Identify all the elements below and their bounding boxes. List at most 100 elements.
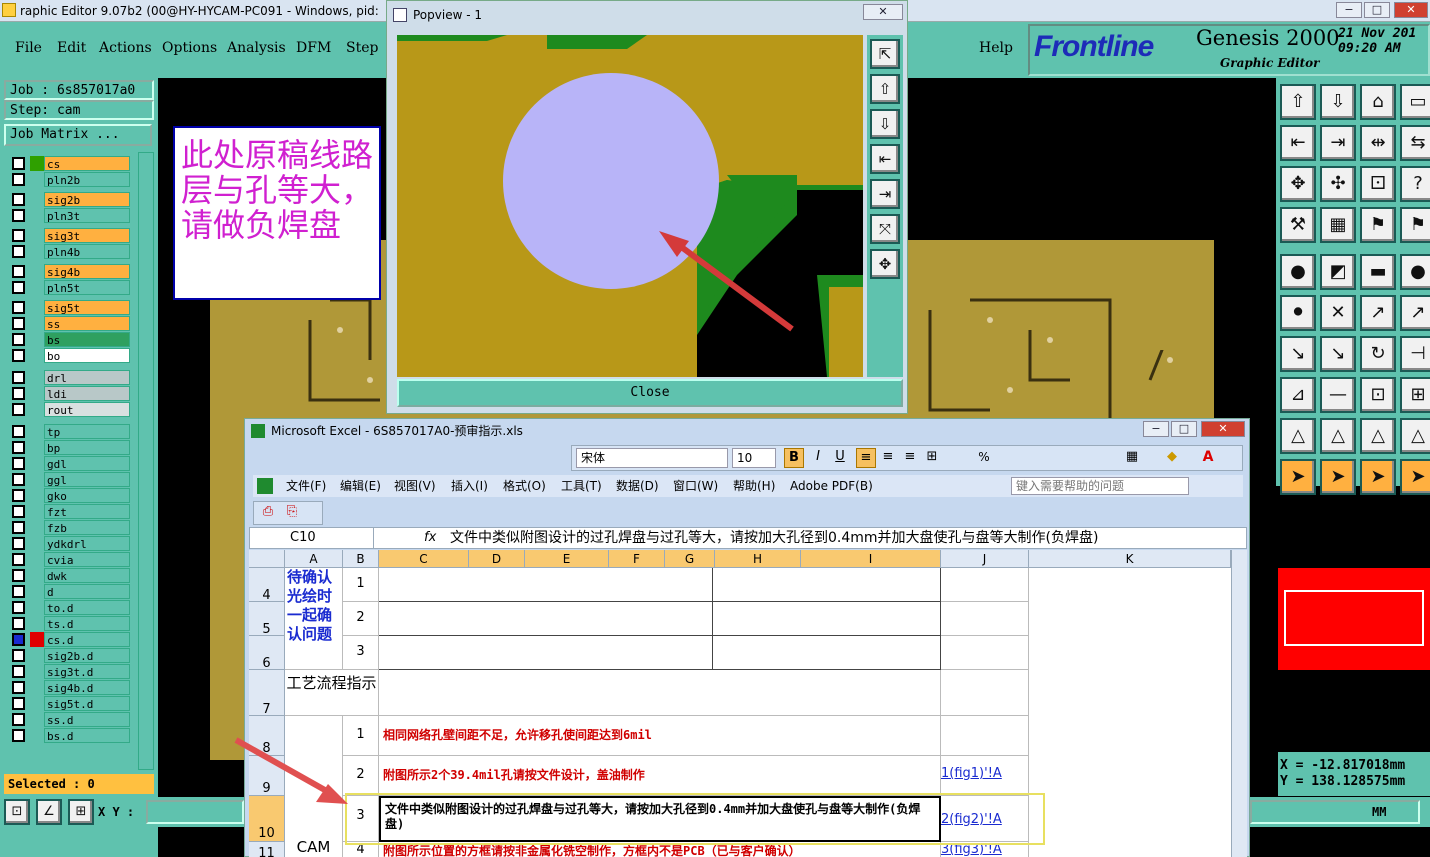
tool-button-9-icon[interactable]: ✥: [1280, 166, 1316, 202]
font-color-icon[interactable]: A: [1198, 448, 1218, 468]
layer-checkbox[interactable]: [12, 265, 25, 278]
layer-checkbox[interactable]: [12, 317, 25, 330]
tool-button-25-icon[interactable]: ↘: [1280, 336, 1316, 372]
cell-h6[interactable]: [713, 636, 941, 670]
layer-row-ldi[interactable]: ldi: [8, 386, 130, 401]
menu-dfm[interactable]: DFM: [296, 40, 331, 56]
cell-j6[interactable]: [941, 636, 1029, 670]
tool-button-35-icon[interactable]: △: [1360, 418, 1396, 454]
layer-checkbox[interactable]: [12, 681, 25, 694]
popview-close-button[interactable]: Close: [397, 379, 903, 407]
col-header-d[interactable]: D: [469, 550, 525, 568]
cell-b5[interactable]: 2: [343, 602, 379, 636]
cell-j4[interactable]: [941, 568, 1029, 602]
layer-checkbox[interactable]: [12, 281, 25, 294]
col-header-e[interactable]: E: [525, 550, 609, 568]
tool-button-7-icon[interactable]: ⇹: [1360, 125, 1396, 161]
layer-checkbox[interactable]: [12, 489, 25, 502]
menu-file[interactable]: File: [15, 40, 42, 56]
maximize-button[interactable]: □: [1364, 2, 1390, 18]
tool-button-36-icon[interactable]: △: [1400, 418, 1430, 454]
percent-icon[interactable]: %: [974, 448, 994, 468]
cell-c4[interactable]: [379, 568, 713, 602]
cell-b6[interactable]: 3: [343, 636, 379, 670]
units-field[interactable]: MM: [1250, 800, 1420, 824]
layer-row-sig5t-d[interactable]: sig5t.d: [8, 696, 130, 711]
menu-analysis[interactable]: Analysis: [227, 40, 286, 56]
font-name-select[interactable]: 宋体: [576, 448, 728, 468]
tool-button-30-icon[interactable]: —: [1320, 377, 1356, 413]
tool-button-1-icon[interactable]: ⇧: [1280, 84, 1316, 120]
tool-button-27-icon[interactable]: ↻: [1360, 336, 1396, 372]
layer-checkbox[interactable]: [12, 209, 25, 222]
layer-checkbox[interactable]: [12, 665, 25, 678]
layer-row-fzb[interactable]: fzb: [8, 520, 130, 535]
underline-icon[interactable]: U: [830, 448, 850, 468]
layer-checkbox[interactable]: [12, 387, 25, 400]
cell-j9[interactable]: 1(fig1)'!A: [941, 756, 1029, 796]
layer-row-pln2b[interactable]: pln2b: [8, 172, 130, 187]
layer-row-cs[interactable]: cs: [8, 156, 130, 171]
layer-checkbox[interactable]: [12, 601, 25, 614]
menu-window-cn[interactable]: 窗口(W): [673, 475, 718, 497]
layer-row-dwk[interactable]: dwk: [8, 568, 130, 583]
layer-row-bp[interactable]: bp: [8, 440, 130, 455]
tool-button-18-icon[interactable]: ◩: [1320, 254, 1356, 290]
layer-row-sig5t[interactable]: sig5t: [8, 300, 130, 315]
tool-button-26-icon[interactable]: ↘: [1320, 336, 1356, 372]
layer-checkbox[interactable]: [12, 473, 25, 486]
tool-button-2-icon[interactable]: ⇩: [1320, 84, 1356, 120]
layer-row-ss[interactable]: ss: [8, 316, 130, 331]
layer-checkbox[interactable]: [12, 649, 25, 662]
popview-tool-5-icon[interactable]: ⇥: [870, 179, 900, 209]
pdf-convert-icon[interactable]: ⎙: [258, 504, 278, 522]
close-button[interactable]: ✕: [1394, 2, 1428, 18]
layer-row-cvia[interactable]: cvia: [8, 552, 130, 567]
layer-row-drl[interactable]: drl: [8, 370, 130, 385]
col-header-k[interactable]: K: [1029, 550, 1231, 568]
tool-button-13-icon[interactable]: ⚒: [1280, 207, 1316, 243]
col-header-i[interactable]: I: [801, 550, 941, 568]
layer-row-cs-d[interactable]: cs.d: [8, 632, 130, 647]
merge-center-icon[interactable]: ⊞: [922, 448, 942, 468]
row-header-5[interactable]: 5: [249, 602, 285, 637]
tool-button-3-icon[interactable]: ⌂: [1360, 84, 1396, 120]
tool-button-19-icon[interactable]: ▬: [1360, 254, 1396, 290]
job-matrix-button[interactable]: Job Matrix ...: [4, 124, 152, 146]
bold-icon[interactable]: B: [784, 448, 804, 468]
vertical-scrollbar[interactable]: [1231, 550, 1247, 857]
layer-row-pln3t[interactable]: pln3t: [8, 208, 130, 223]
layer-checkbox[interactable]: [12, 245, 25, 258]
col-header-j[interactable]: J: [941, 550, 1029, 568]
layer-row-d[interactable]: d: [8, 584, 130, 599]
menu-view-cn[interactable]: 视图(V): [394, 475, 436, 497]
layer-checkbox[interactable]: [12, 521, 25, 534]
popview-tool-1-icon[interactable]: ⇱: [870, 39, 900, 69]
row-header-7[interactable]: 7: [249, 670, 285, 717]
grid-icon[interactable]: ⊞: [68, 799, 94, 825]
menu-tools-cn[interactable]: 工具(T): [561, 475, 602, 497]
cell-a-confirm[interactable]: 待确认光绘时一起确认问题: [285, 568, 343, 670]
layer-checkbox[interactable]: [12, 553, 25, 566]
layer-checkbox[interactable]: [12, 505, 25, 518]
excel-minimize-button[interactable]: −: [1143, 421, 1169, 437]
col-header-g[interactable]: G: [665, 550, 715, 568]
fx-icon[interactable]: fx: [424, 528, 436, 548]
layer-row-ss-d[interactable]: ss.d: [8, 712, 130, 727]
tool-button-31-icon[interactable]: ⊡: [1360, 377, 1396, 413]
layer-checkbox[interactable]: [12, 349, 25, 362]
borders-icon[interactable]: ▦: [1122, 448, 1142, 468]
excel-close-button[interactable]: ✕: [1201, 421, 1245, 437]
spreadsheet-grid[interactable]: A B C D E F G H I J K 4 5 6 7 8 9 10 11 …: [249, 550, 1247, 857]
col-header-f[interactable]: F: [609, 550, 665, 568]
menu-step[interactable]: Step: [346, 40, 378, 56]
layer-row-ts-d[interactable]: ts.d: [8, 616, 130, 631]
cell-c8[interactable]: 相同网络孔壁间距不足，允许移孔使间距达到6mil: [379, 716, 941, 756]
font-size-select[interactable]: 10: [732, 448, 776, 468]
layer-checkbox[interactable]: [12, 585, 25, 598]
layer-checkbox[interactable]: [12, 333, 25, 346]
minimize-button[interactable]: −: [1336, 2, 1362, 18]
layer-row-gko[interactable]: gko: [8, 488, 130, 503]
menu-adobe-pdf[interactable]: Adobe PDF(B): [790, 475, 873, 497]
measure-icon[interactable]: ∠: [36, 799, 62, 825]
